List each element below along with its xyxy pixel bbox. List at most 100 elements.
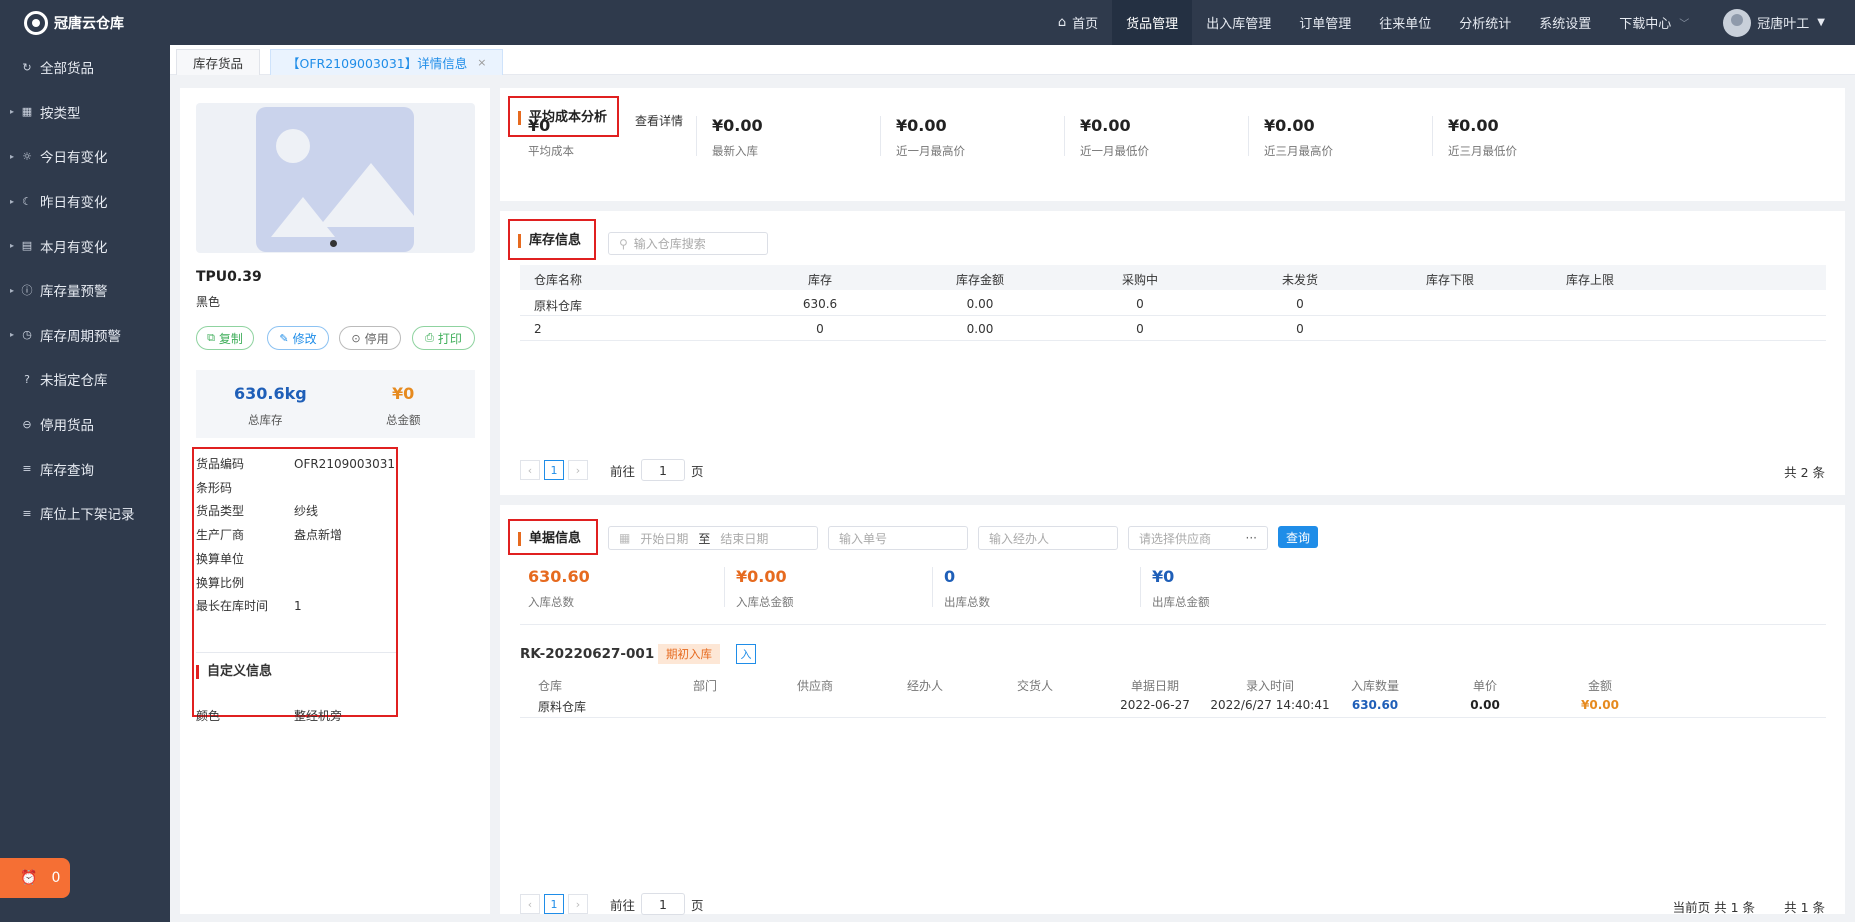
- record-id[interactable]: RK-20220627-001: [520, 646, 654, 662]
- next-page-icon[interactable]: ›: [568, 894, 588, 914]
- table-cell: 0: [816, 322, 824, 336]
- sidebar-item-6[interactable]: ▸ ◷ 库存周期预警: [0, 313, 170, 358]
- user-menu[interactable]: 冠唐叶工 ▼: [1703, 8, 1855, 37]
- sidebar-item-2[interactable]: ▸ ☼ 今日有变化: [0, 134, 170, 179]
- sidebar-item-1[interactable]: ▸ ▦ 按类型: [0, 90, 170, 135]
- calendar-icon: ▦: [619, 531, 631, 545]
- sidebar-item-label: 库存量预警: [40, 284, 108, 301]
- warehouse-search-input[interactable]: ⚲ 输入仓库搜索: [608, 232, 768, 255]
- prev-page-icon[interactable]: ‹: [520, 460, 540, 480]
- sidebar-item-0[interactable]: ↻ 全部货品: [0, 45, 170, 90]
- column-header: 库存金额: [955, 273, 1004, 287]
- list-icon: ≡: [22, 506, 32, 520]
- nav-orders[interactable]: 订单管理: [1285, 0, 1365, 45]
- caret-right-icon: ▸: [10, 151, 15, 161]
- page-number[interactable]: 1: [544, 894, 564, 914]
- goto-page-input[interactable]: 1: [641, 893, 686, 915]
- goto-page-input[interactable]: 1: [641, 459, 686, 481]
- sidebar-item-9[interactable]: ≡ 库存查询: [0, 446, 170, 491]
- refresh-icon: ↻: [22, 60, 32, 74]
- sidebar-item-5[interactable]: ▸ ⓘ 库存量预警: [0, 268, 170, 313]
- carousel-dot[interactable]: [330, 240, 337, 247]
- custom-info-title: 自定义信息: [196, 665, 272, 679]
- documents-title: 单据信息: [518, 532, 581, 546]
- handler-input[interactable]: 输入经办人: [978, 526, 1118, 550]
- total-stock-value: 630.6kg: [234, 384, 307, 403]
- cost-metric: ¥0.00 最新入库: [712, 116, 763, 158]
- alarm-button[interactable]: ⏰ 0: [0, 858, 70, 898]
- nav-partners[interactable]: 往来单位: [1365, 0, 1445, 45]
- table-cell: 原料仓库: [534, 299, 583, 313]
- next-page-icon[interactable]: ›: [568, 460, 588, 480]
- info-row: 货品类型 纱线: [196, 504, 319, 519]
- nav-download[interactable]: 下载中心 ﹀: [1605, 0, 1703, 45]
- sidebar-item-10[interactable]: ≡ 库位上下架记录: [0, 491, 170, 536]
- table-cell: 0: [1296, 322, 1304, 336]
- cost-metric: ¥0.00 近一月最高价: [896, 116, 965, 158]
- caret-right-icon: ▸: [10, 196, 15, 206]
- product-info-list: 货品编码 OFR2109003031 条形码 货品类型 纱线 生产厂商 盎点新增 换算单位 换算…: [192, 447, 398, 723]
- page-number[interactable]: 1: [544, 460, 564, 480]
- caret-right-icon: ▸: [10, 107, 15, 117]
- sidebar-item-7[interactable]: ? 未指定仓库: [0, 357, 170, 402]
- total-amount-value: ¥0: [392, 384, 415, 403]
- supplier-select[interactable]: 请选择供应商 ···: [1128, 526, 1268, 550]
- stock-table: 仓库名称 库存 库存金额 采购中 未发货 库存下限 库存上限 原料仓库 630.6 0.00 0 0 2…: [520, 265, 1826, 365]
- sidebar-item-label: 库位上下架记录: [40, 507, 135, 524]
- edit-button[interactable]: ✎ 修改: [267, 326, 329, 350]
- product-panel: TPU0.39 黑色 ⧉ 复制 ✎ 修改 ⊙ 停用 ⎙ 打印 630.6kg 总库存 ¥…: [180, 88, 490, 914]
- nav-settings[interactable]: 系统设置: [1525, 0, 1605, 45]
- sidebar-item-4[interactable]: ▸ ▤ 本月有变化: [0, 223, 170, 268]
- calendar-icon: ▤: [21, 239, 33, 253]
- column-header: 库存下限: [1425, 273, 1474, 287]
- prev-page-icon[interactable]: ‹: [520, 894, 540, 914]
- top-navigation: ⌂ 首页 货品管理 出入库管理 订单管理 往来单位 分析统计 系统设置 下载中心 ﹀…: [170, 0, 1855, 45]
- printer-icon: ⎙: [425, 331, 434, 344]
- nav-goods[interactable]: 货品管理: [1112, 0, 1193, 45]
- nav-inout[interactable]: 出入库管理: [1192, 0, 1285, 45]
- copy-button[interactable]: ⧉ 复制: [196, 326, 254, 350]
- product-image-carousel[interactable]: [196, 103, 475, 253]
- close-icon[interactable]: ×: [477, 56, 486, 69]
- divider: [932, 567, 933, 607]
- cost-metric: ¥0.00 近三月最低价: [1448, 116, 1517, 158]
- print-button[interactable]: ⎙ 打印: [412, 326, 475, 350]
- product-color: 黑色: [196, 295, 221, 309]
- sidebar-item-label: 本月有变化: [40, 239, 108, 256]
- stock-info-card: 库存信息 ⚲ 输入仓库搜索 仓库名称 库存 库存金额 采购中 未发货 库存下限 库存上限 原料…: [500, 211, 1845, 495]
- sidebar-item-label: 库存查询: [40, 462, 94, 479]
- divider: [1432, 116, 1433, 156]
- sidebar-item-3[interactable]: ▸ ☾ 昨日有变化: [0, 179, 170, 224]
- alert-icon: ⓘ: [21, 284, 33, 298]
- table-cell: 2022-06-27: [1120, 698, 1190, 712]
- image-placeholder-icon: [256, 107, 414, 252]
- table-cell: ¥0.00: [1581, 698, 1619, 712]
- table-cell: 原料仓库: [538, 700, 587, 714]
- order-number-input[interactable]: 输入单号: [828, 526, 968, 550]
- tab-stock-goods[interactable]: 库存货品: [176, 49, 261, 75]
- divider: [196, 652, 396, 653]
- tab-detail[interactable]: 【OFR2109003031】详情信息 ×: [270, 49, 504, 75]
- list-icon: ≡: [22, 462, 32, 476]
- sidebar-item-8[interactable]: ⊖ 停用货品: [0, 402, 170, 447]
- nav-analytics[interactable]: 分析统计: [1445, 0, 1525, 45]
- column-header: 供应商: [796, 679, 833, 693]
- record-table: 仓库 部门 供应商 经办人 交货人 单据日期 录入时间 入库数量 单价 金额 原料仓库 2022-06…: [520, 671, 1826, 719]
- clock-icon: ◷: [22, 328, 32, 342]
- column-header: 部门: [692, 679, 717, 693]
- app-root: 冠唐云仓库 ↻ 全部货品 ▸ ▦ 按类型 ▸ ☼ 今日有变化 ▸ ☾ 昨日有变化 ▸ ▤ 本月有变化 ▸ ⓘ 库…: [0, 0, 1855, 922]
- info-row: 货品编码 OFR2109003031: [196, 457, 396, 471]
- sun-icon: ☼: [22, 149, 32, 163]
- date-range-picker[interactable]: ▦ 开始日期 至 结束日期: [608, 526, 818, 550]
- column-header: 采购中: [1121, 273, 1158, 287]
- document-summary-metric: ¥0 出库总金额: [1152, 567, 1210, 609]
- disable-button[interactable]: ⊙ 停用: [339, 326, 401, 350]
- table-cell: 0.00: [966, 322, 994, 336]
- nav-home[interactable]: ⌂ 首页: [1044, 0, 1112, 45]
- app-logo[interactable]: 冠唐云仓库: [0, 0, 170, 45]
- stock-pager: ‹ 1 › 前往 1 页: [520, 459, 704, 481]
- cost-analysis-card: 平均成本分析 查看详情 ¥0 平均成本 ¥0.00 最新入库 ¥0.00 近一月最高价 ¥0…: [500, 88, 1845, 201]
- sidebar-item-label: 全部货品: [40, 61, 94, 78]
- query-button[interactable]: 查询: [1278, 526, 1318, 548]
- documents-pager: ‹ 1 › 前往 1 页: [520, 893, 704, 915]
